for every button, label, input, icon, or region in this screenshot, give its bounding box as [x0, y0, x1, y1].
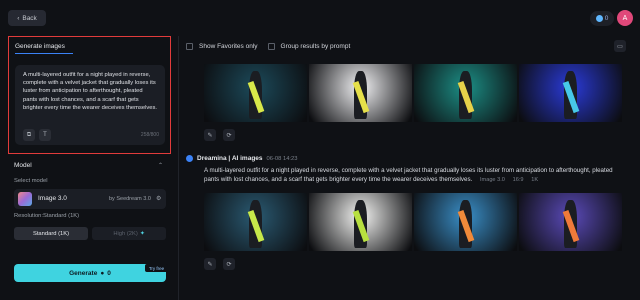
credit-icon: ● [100, 269, 105, 277]
filter-bar: Show Favorites only Group results by pro… [186, 40, 350, 52]
entry-time: 06-08 14:23 [266, 155, 298, 162]
credits-badge[interactable]: 0 [590, 11, 614, 26]
favorites-label[interactable]: Show Favorites only [199, 43, 258, 50]
generate-button[interactable]: Generate ● 0 [14, 264, 166, 282]
generated-image-1[interactable] [204, 64, 307, 122]
generate-label: Generate [69, 269, 98, 277]
edit-icon[interactable]: ✎ [204, 258, 216, 270]
resolution-label: Resolution:Standard (1K) [14, 213, 80, 219]
meta-ratio: 16:9 [512, 177, 524, 183]
image-reference-icon[interactable]: ⧉ [23, 129, 35, 141]
generated-image-7[interactable] [414, 193, 517, 251]
model-name: Image 3.0 [38, 195, 67, 202]
generated-image-2[interactable] [309, 64, 412, 122]
top-bar: ‹ Back 0 A [0, 0, 640, 36]
chevron-left-icon: ‹ [17, 14, 20, 22]
generate-images-title: Generate images [15, 43, 65, 50]
sparkle-icon: ✦ [139, 230, 145, 237]
entry-header: Dreamina | AI images 06-08 14:23 [186, 155, 297, 162]
standard-resolution-button[interactable]: Standard (1K) [14, 227, 88, 240]
chevron-up-icon[interactable]: ⌃ [158, 162, 163, 169]
credit-icon [595, 15, 603, 22]
generate-images-panel: Generate images A multi-layered outfit f… [8, 36, 171, 154]
model-thumbnail [18, 192, 32, 206]
generate-cost: 0 [107, 269, 111, 277]
prompt-input[interactable]: A multi-layered outfit for a night playe… [15, 65, 165, 145]
model-selector[interactable]: Image 3.0 by Seedream 3.0 ⚙ [14, 189, 166, 209]
generated-image-4[interactable] [519, 64, 622, 122]
model-section-title: Model [14, 162, 32, 169]
select-model-label: Select model [14, 178, 48, 184]
avatar-initial: A [622, 14, 628, 22]
generated-image-5[interactable] [204, 193, 307, 251]
edit-icon[interactable]: ✎ [204, 129, 216, 141]
meta-resolution: 1K [531, 177, 539, 183]
folder-icon[interactable]: ▭ [614, 40, 626, 52]
sliders-icon[interactable]: ⚙ [156, 195, 161, 202]
avatar[interactable]: A [617, 10, 633, 26]
high-label: High (2K) [113, 230, 138, 237]
standard-label: Standard (1K) [32, 230, 70, 237]
regenerate-icon[interactable]: ⟳ [223, 258, 235, 270]
group-checkbox[interactable] [267, 42, 275, 50]
prompt-text[interactable]: A multi-layered outfit for a night playe… [23, 71, 158, 112]
generated-image-8[interactable] [519, 193, 622, 251]
model-provider: by Seedream 3.0 [109, 196, 151, 202]
entry-source: Dreamina | AI images [197, 155, 263, 162]
try-free-badge: Try free [145, 264, 168, 272]
text-tool-icon[interactable]: T [39, 129, 51, 141]
entry-prompt: A multi-layered outfit for a night playe… [204, 166, 624, 185]
meta-model: Image 3.0 [480, 177, 505, 183]
back-label: Back [22, 14, 37, 22]
credits-value: 0 [604, 15, 609, 22]
favorites-checkbox[interactable] [186, 42, 193, 50]
group-label[interactable]: Group results by prompt [281, 43, 351, 50]
regenerate-icon[interactable]: ⟳ [223, 129, 235, 141]
dreamina-logo-icon [186, 155, 193, 162]
char-count: 258/800 [140, 132, 159, 138]
tab-underline [15, 53, 73, 54]
high-resolution-button[interactable]: High (2K) ✦ [92, 227, 166, 240]
left-panel: Generate images A multi-layered outfit f… [8, 36, 176, 300]
generated-image-3[interactable] [414, 64, 517, 122]
entry-prompt-text: A multi-layered outfit for a night playe… [204, 167, 613, 183]
panel-divider [178, 36, 179, 300]
generated-image-6[interactable] [309, 193, 412, 251]
back-button[interactable]: ‹ Back [8, 10, 46, 26]
